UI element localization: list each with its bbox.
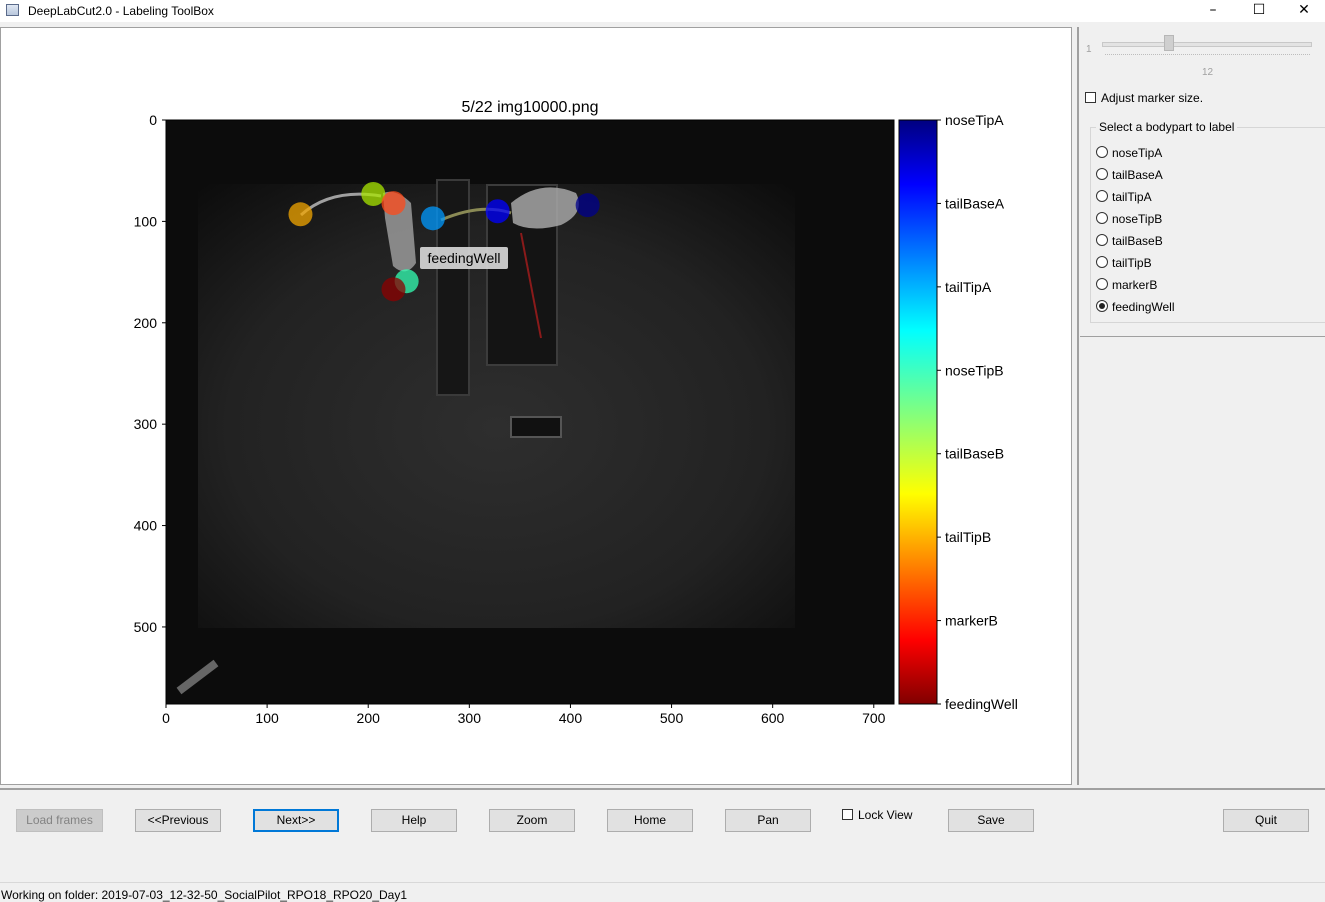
window-title: DeepLabCut2.0 - Labeling ToolBox — [28, 4, 214, 18]
quit-button[interactable]: Quit — [1223, 809, 1309, 832]
labeling-plot[interactable]: 5/22 img10000.png 0 100 200 300 400 500 600 700… — [1, 28, 1071, 784]
radio-tailtipb[interactable] — [1096, 256, 1108, 268]
load-frames-button[interactable]: Load frames — [16, 809, 103, 832]
maximize-button[interactable]: ☐ — [1236, 0, 1282, 22]
home-button[interactable]: Home — [607, 809, 693, 832]
radio-label-tailtipa[interactable]: tailTipA — [1112, 190, 1152, 204]
plot-canvas-panel: 5/22 img10000.png 0 100 200 300 400 500 600 700… — [0, 27, 1072, 785]
marker-tailtipb[interactable] — [288, 202, 313, 227]
x-tick-label: 400 — [559, 710, 583, 726]
app-icon — [6, 4, 19, 16]
radio-label-nosetipa[interactable]: noseTipA — [1112, 146, 1162, 160]
slider-ticks — [1105, 54, 1310, 59]
radio-feedingwell[interactable] — [1096, 300, 1108, 312]
x-axis: 0 100 200 300 400 500 600 700 — [162, 704, 886, 726]
colorbar-label: tailBaseA — [945, 195, 1005, 211]
hover-tooltip: feedingWell — [420, 247, 508, 269]
next-button[interactable]: Next>> — [253, 809, 339, 832]
radio-label-markerb[interactable]: markerB — [1112, 278, 1157, 292]
radio-tailbaseb[interactable] — [1096, 234, 1108, 246]
minimize-button[interactable]: – — [1190, 0, 1236, 22]
x-tick-label: 500 — [660, 710, 684, 726]
x-tick-label: 600 — [761, 710, 785, 726]
side-panel-divider — [1080, 336, 1325, 337]
colorbar-label: markerB — [945, 613, 998, 629]
svg-text:feedingWell: feedingWell — [428, 250, 501, 266]
radio-notipa[interactable] — [1096, 146, 1108, 158]
marker-tailtipa[interactable] — [420, 206, 445, 231]
lock-view-checkbox[interactable] — [842, 809, 853, 820]
marker-size-slider-track[interactable] — [1102, 42, 1312, 47]
x-tick-label: 300 — [458, 710, 482, 726]
marker-tailbasea[interactable] — [485, 199, 510, 224]
radio-label-tailbasea[interactable]: tailBaseA — [1112, 168, 1163, 182]
x-tick-label: 0 — [162, 710, 170, 726]
video-frame — [166, 120, 894, 704]
lock-view-label: Lock View — [858, 808, 913, 822]
radio-tailbasea[interactable] — [1096, 168, 1108, 180]
plot-title: 5/22 img10000.png — [462, 99, 599, 116]
bodypart-group-title: Select a bodypart to label — [1096, 120, 1238, 134]
status-text: Working on folder: 2019-07-03_12-32-50_S… — [1, 888, 408, 902]
y-tick-label: 400 — [134, 518, 158, 534]
x-tick-label: 200 — [357, 710, 381, 726]
marker-markerb[interactable] — [381, 191, 406, 216]
y-axis: 0 100 200 300 400 500 — [134, 112, 166, 635]
side-panel: 1 12 Adjust marker size. Select a bodypa… — [1080, 27, 1325, 785]
colorbar-label: feedingWell — [945, 696, 1018, 712]
panel-splitter[interactable] — [1077, 27, 1079, 785]
radio-markerb[interactable] — [1096, 278, 1108, 290]
adjust-marker-checkbox[interactable] — [1085, 92, 1096, 103]
radio-label-nosetipb[interactable]: noseTipB — [1112, 212, 1162, 226]
title-bar: DeepLabCut2.0 - Labeling ToolBox – ☐ ✕ — [0, 0, 1325, 22]
radio-label-tailtipb[interactable]: tailTipB — [1112, 256, 1152, 270]
pan-button[interactable]: Pan — [725, 809, 811, 832]
colorbar-label: noseTipB — [945, 362, 1004, 378]
radio-label-tailbaseb[interactable]: tailBaseB — [1112, 234, 1163, 248]
colorbar-label: noseTipA — [945, 112, 1004, 128]
colorbar-label: tailTipB — [945, 529, 991, 545]
x-tick-label: 100 — [255, 710, 279, 726]
y-tick-label: 300 — [134, 416, 158, 432]
status-bar: Working on folder: 2019-07-03_12-32-50_S… — [0, 882, 1325, 902]
x-tick-label: 700 — [862, 710, 886, 726]
radio-tailtipa[interactable] — [1096, 190, 1108, 202]
colorbar — [898, 119, 938, 705]
radio-nosetipb[interactable] — [1096, 212, 1108, 224]
colorbar-label: tailBaseB — [945, 446, 1004, 462]
y-tick-label: 200 — [134, 315, 158, 331]
slider-value-label: 12 — [1202, 67, 1214, 78]
previous-button[interactable]: <<Previous — [135, 809, 221, 832]
help-button[interactable]: Help — [371, 809, 457, 832]
y-tick-label: 500 — [134, 619, 158, 635]
save-button[interactable]: Save — [948, 809, 1034, 832]
y-tick-label: 100 — [134, 213, 158, 229]
colorbar-labels: noseTipA tailBaseA tailTipA noseTipB tailBas… — [937, 112, 1018, 712]
bottom-splitter — [0, 788, 1325, 790]
slider-min-label: 1 — [1086, 44, 1092, 55]
marker-nosetipa[interactable] — [575, 193, 600, 218]
zoom-button[interactable]: Zoom — [489, 809, 575, 832]
adjust-marker-label: Adjust marker size. — [1101, 91, 1204, 105]
close-button[interactable]: ✕ — [1281, 0, 1325, 22]
y-tick-label: 0 — [149, 112, 157, 128]
colorbar-label: tailTipA — [945, 279, 992, 295]
radio-label-feedingwell[interactable]: feedingWell — [1112, 300, 1174, 314]
marker-size-slider-thumb[interactable] — [1164, 35, 1174, 51]
marker-feedingwell[interactable] — [381, 277, 406, 302]
